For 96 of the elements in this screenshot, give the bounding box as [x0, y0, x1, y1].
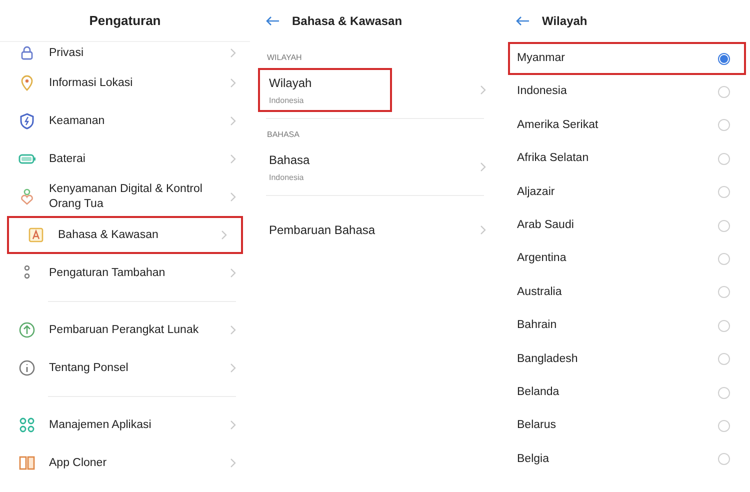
section-heading: BAHASA [266, 129, 300, 141]
settings-item[interactable]: Keamanan [0, 102, 250, 140]
region-option[interactable]: Aljazair [508, 176, 746, 209]
region-option[interactable]: Indonesia [508, 75, 746, 109]
radio-unselected[interactable] [718, 119, 730, 132]
settings-item[interactable]: Privasi [0, 42, 250, 64]
option-label: Indonesia [517, 84, 568, 100]
back-arrow-icon[interactable] [516, 16, 530, 26]
settings-item[interactable]: Baterai [0, 140, 250, 178]
radio-unselected[interactable] [718, 286, 730, 298]
settings-item[interactable]: Pengaturan Tambahan [0, 254, 250, 292]
item-label: Privasi [49, 46, 85, 60]
back-arrow-icon[interactable] [266, 16, 280, 26]
chevron-icon [230, 116, 236, 126]
settings-item[interactable]: Pembaruan Bahasa [250, 208, 500, 252]
option-label: Bahrain [517, 318, 558, 334]
shield-icon [18, 112, 36, 130]
radio-unselected[interactable] [718, 453, 730, 466]
chevron-icon [480, 225, 486, 235]
person-heart-icon [18, 188, 36, 206]
region-option[interactable]: Afrika Selatan [508, 142, 746, 176]
item-label: Pembaruan Bahasa [269, 222, 376, 239]
item-value: Indonesia [269, 172, 305, 184]
item-label: Bahasa & Kawasan [58, 228, 160, 242]
settings-item[interactable]: Bahasa & Kawasan [7, 216, 243, 254]
radio-unselected[interactable] [718, 353, 730, 366]
region-option[interactable]: Myanmar [508, 42, 746, 76]
chevron-icon [480, 85, 486, 95]
screen-title: Bahasa & Kawasan [292, 13, 402, 30]
option-label: Aljazair [517, 184, 556, 200]
section-heading: WILAYAH [266, 52, 303, 64]
region-option[interactable]: Arab Saudi [508, 208, 746, 242]
region-option[interactable]: Belarus [508, 409, 746, 443]
chevron-icon [230, 325, 236, 335]
chevron-icon [230, 458, 236, 468]
option-label: Belarus [517, 418, 557, 434]
chevron-icon [230, 363, 236, 373]
item-label: Bahasa [269, 152, 311, 168]
option-label: Belanda [517, 384, 560, 400]
option-label: Argentina [517, 251, 568, 266]
settings-item[interactable]: Manajemen Aplikasi [0, 406, 250, 444]
region-option[interactable]: Bahrain [508, 309, 746, 343]
radio-unselected[interactable] [718, 320, 730, 332]
item-label: Kenyamanan Digital & Kontrol Orang Tua [49, 182, 204, 212]
info-icon [18, 359, 36, 377]
chevron-icon [221, 230, 227, 240]
region-option[interactable]: Bangladesh [508, 342, 746, 376]
region-option[interactable]: Belgia [508, 442, 746, 476]
chevron-icon [230, 154, 236, 164]
item-label: Pengaturan Tambahan [49, 266, 166, 280]
screen-title: Wilayah [542, 13, 588, 30]
option-label: Bangladesh [517, 352, 579, 367]
option-label: Myanmar [517, 51, 566, 66]
settings-item[interactable]: App Cloner [0, 444, 250, 482]
chevron-icon [230, 78, 236, 88]
chevron-icon [230, 420, 236, 430]
option-label: Arab Saudi [517, 218, 575, 234]
region-option[interactable]: Argentina [508, 242, 746, 276]
region-option[interactable]: Australia [508, 276, 746, 310]
radio-unselected[interactable] [718, 220, 730, 232]
chevron-icon [230, 192, 236, 202]
item-label: Informasi Lokasi [49, 76, 134, 90]
chevron-icon [230, 268, 236, 278]
item-label: Keamanan [49, 114, 106, 128]
settings-item[interactable]: Pembaruan Perangkat Lunak [0, 311, 250, 349]
upload-circle-icon [18, 321, 36, 339]
item-label: Baterai [49, 152, 86, 166]
region-option[interactable]: Belanda [508, 376, 746, 410]
radio-unselected[interactable] [718, 152, 730, 165]
settings-item[interactable]: Kenyamanan Digital & Kontrol Orang Tua [0, 178, 250, 216]
twin-panels-icon [18, 454, 36, 472]
settings-item[interactable]: Bahasa Indonesia [250, 145, 500, 189]
radio-unselected[interactable] [718, 86, 730, 98]
letter-tile-icon [27, 226, 45, 244]
apps-grid-icon [18, 416, 36, 434]
item-label: Tentang Ponsel [49, 360, 130, 376]
chevron-icon [230, 48, 236, 58]
radio-unselected[interactable] [718, 386, 730, 399]
region-option[interactable]: Amerika Serikat [508, 108, 746, 142]
radio-unselected[interactable] [718, 186, 730, 198]
option-label: Belgia [517, 452, 550, 467]
radio-unselected[interactable] [718, 420, 730, 432]
radio-selected[interactable] [718, 52, 730, 65]
item-label: Pembaruan Perangkat Lunak [49, 322, 200, 338]
option-label: Australia [517, 284, 563, 300]
radio-unselected[interactable] [718, 253, 730, 266]
option-label: Afrika Selatan [517, 151, 590, 166]
chevron-icon [480, 162, 486, 172]
item-label: App Cloner [49, 456, 108, 470]
item-label: Manajemen Aplikasi [49, 418, 152, 432]
option-label: Amerika Serikat [517, 118, 600, 133]
screen-title: Pengaturan [89, 12, 161, 30]
item-value: Indonesia [269, 94, 305, 106]
item-label: Wilayah [269, 74, 313, 92]
settings-item[interactable]: Informasi Lokasi [0, 64, 250, 102]
settings-item[interactable]: Tentang Ponsel [0, 349, 250, 387]
